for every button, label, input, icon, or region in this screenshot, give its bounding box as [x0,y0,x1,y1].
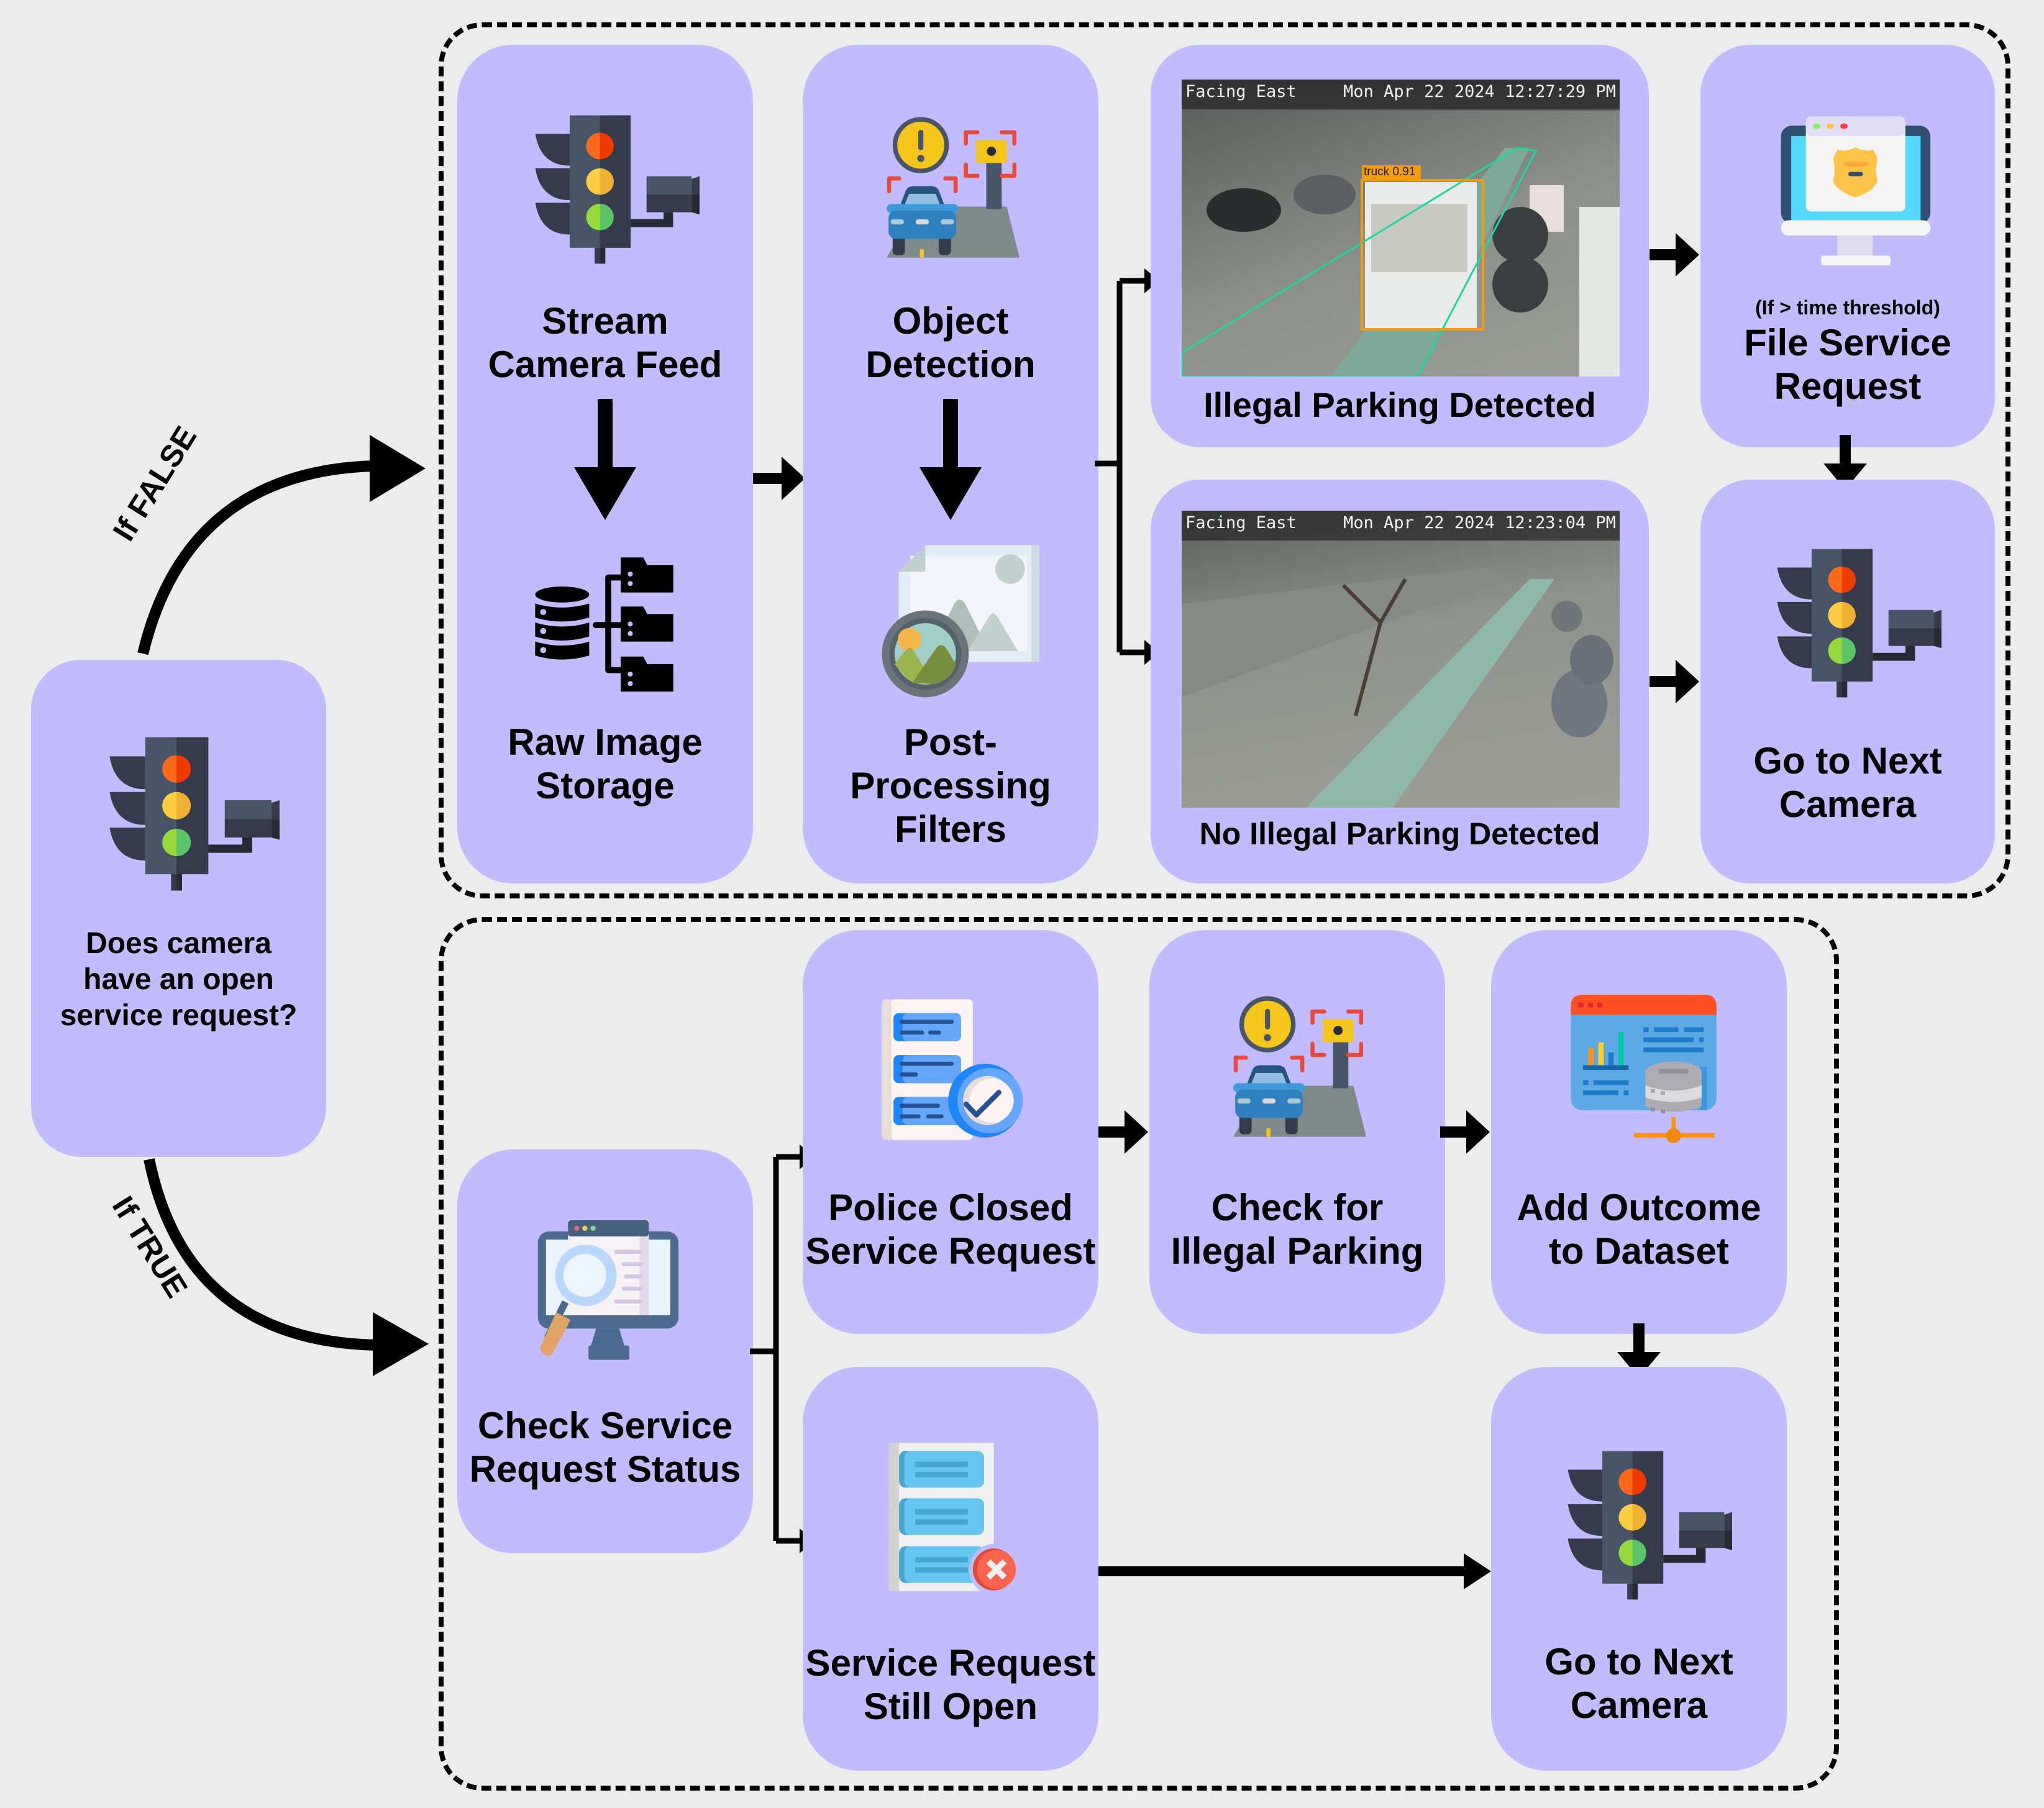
still-open-label: Service Request Still Open [805,1642,1096,1727]
down-arrow-icon [574,399,636,520]
dashboard-database-icon [1571,995,1717,1143]
arrow-check-illegal-to-outcome [1440,1110,1490,1154]
camera-image-no-illegal: Facing East Mon Apr 22 2024 12:23:04 PM [1182,511,1620,808]
no-illegal-parking-label: No Illegal Parking Detected [1199,816,1600,851]
check-service-request-status-label: Check Service Request Status [469,1405,741,1490]
still-open-box: Service Request Still Open [803,1367,1098,1771]
check-status-box: Check Service Request Status [457,1149,753,1553]
file-service-request-box: (If > time threshold) File Service Reque… [1700,45,1995,447]
arrow-closed-to-check-illegal [1098,1110,1148,1154]
traffic-camera-icon [1761,539,1941,707]
police-closed-label: Police Closed Service Request [805,1187,1096,1272]
stream-storage-box: Stream Camera Feed Raw Image Storage [457,45,753,883]
illegal-parking-label: Illegal Parking Detected [1203,385,1596,424]
camera-overlay-timestamp: Mon Apr 22 2024 12:27:29 PM [1343,82,1616,101]
arrow-open-to-next [1098,1553,1491,1589]
file-service-request-label: File Service Request [1744,322,1951,407]
down-arrow-icon [919,399,982,520]
police-badge-monitor-icon [1781,116,1931,266]
police-closed-box: Police Closed Service Request [803,930,1098,1334]
car-warning-speed-camera-icon [1233,996,1367,1137]
camera-overlay-direction: Facing East [1185,513,1297,532]
traffic-camera-icon [519,106,700,273]
check-illegal-box: Check for Illegal Parking [1149,930,1445,1334]
camera-overlay-timestamp: Mon Apr 22 2024 12:23:04 PM [1343,513,1616,532]
add-outcome-box: Add Outcome to Dataset [1491,930,1787,1334]
arrow-no-illegal-to-next [1649,660,1699,703]
detection-label: truck 0.91 [1364,165,1416,178]
arrow-stream-to-detection [753,457,805,500]
image-lens-icon [882,545,1039,698]
add-outcome-label: Add Outcome to Dataset [1517,1187,1761,1272]
next-camera-label: Go to Next Camera [1544,1641,1733,1726]
car-warning-speed-camera-icon [886,117,1020,258]
arrow-illegal-to-file [1649,233,1699,276]
next-camera-label: Go to Next Camera [1753,740,1942,825]
next-camera-box-top: Go to Next Camera [1700,480,1995,883]
document-cross-icon [888,1443,1021,1596]
post-processing-filters-label: Post- Processing Filters [850,721,1051,850]
monitor-search-icon [537,1220,679,1360]
check-illegal-parking-label: Check for Illegal Parking [1170,1187,1424,1272]
raw-image-storage-label: Raw Image Storage [508,721,703,806]
object-detection-label: Object Detection [865,300,1036,385]
road-scene [1182,567,1613,808]
illegal-parking-box: truck 0.91 Facing East Mon Apr 22 2024 1… [1151,45,1649,447]
detection-filters-box: Object Detection Post- Processing Filter… [803,45,1098,883]
traffic-camera-icon [1552,1441,1732,1609]
road-scene [1182,147,1620,377]
camera-image-illegal: truck 0.91 Facing East Mon Apr 22 2024 1… [1182,80,1620,377]
database-folders-icon [535,557,673,692]
next-camera-box-bottom: Go to Next Camera [1491,1367,1787,1771]
no-illegal-parking-box: Facing East Mon Apr 22 2024 12:23:04 PM … [1151,480,1649,883]
document-check-icon [882,999,1023,1140]
stream-camera-feed-label: Stream Camera Feed [488,300,723,385]
camera-overlay-direction: Facing East [1185,82,1297,101]
time-threshold-note: (If > time threshold) [1755,296,1940,319]
